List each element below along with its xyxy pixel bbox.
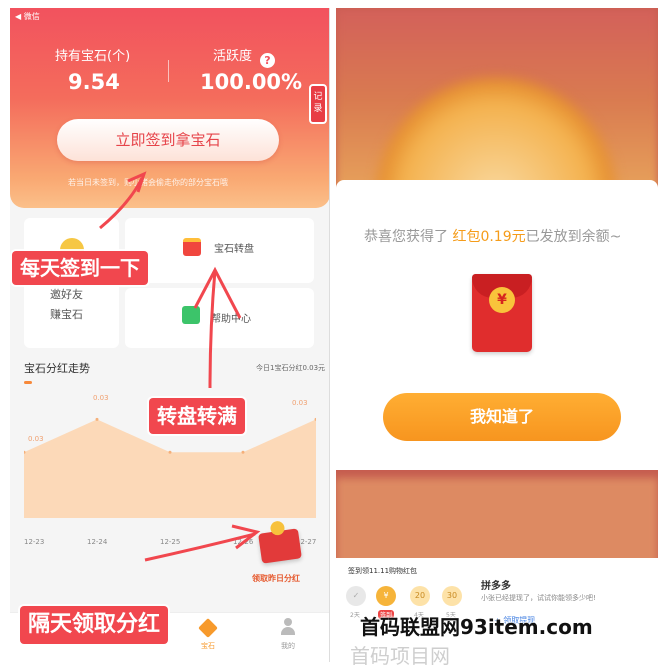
annotation-arrows <box>99 171 261 562</box>
strip-title: 签到领11.11购物红包 <box>348 567 418 575</box>
day-coin-icon: ¥ <box>376 586 396 606</box>
left-screen: ◀ 微信 持有宝石(个) 9.54 活跃度 ? 100.00% 记录 立即签到拿… <box>10 8 330 662</box>
day-check-icon: ✓ <box>346 586 366 606</box>
yen-coin-icon: ¥ <box>489 287 515 313</box>
red-envelope-icon: ¥ <box>472 274 532 352</box>
day-label-1: 2天 <box>350 612 360 619</box>
pdd-title: 拼多多 <box>481 581 511 592</box>
reward-prefix: 恭喜您获得了 <box>364 229 448 245</box>
blurred-lower <box>336 478 658 568</box>
reward-suffix: 已发放到余额~ <box>525 229 622 245</box>
right-screen: 恭喜您获得了 红包0.19元已发放到余额~ ¥ 我知道了 签到领11.11购物红… <box>336 8 658 662</box>
reward-amount: 红包0.19元 <box>452 229 526 245</box>
pdd-description: 小张已经提现了，试试你能领多少吧! <box>481 594 596 602</box>
reward-message: 恭喜您获得了 红包0.19元已发放到余额~ <box>364 226 621 246</box>
reward-modal: 恭喜您获得了 红包0.19元已发放到余额~ ¥ 我知道了 <box>336 180 658 470</box>
watermark: 首码联盟网93item.com <box>360 615 593 639</box>
got-it-button[interactable]: 我知道了 <box>383 393 621 441</box>
day-30: 30 <box>442 586 462 606</box>
day-20: 20 <box>410 586 430 606</box>
